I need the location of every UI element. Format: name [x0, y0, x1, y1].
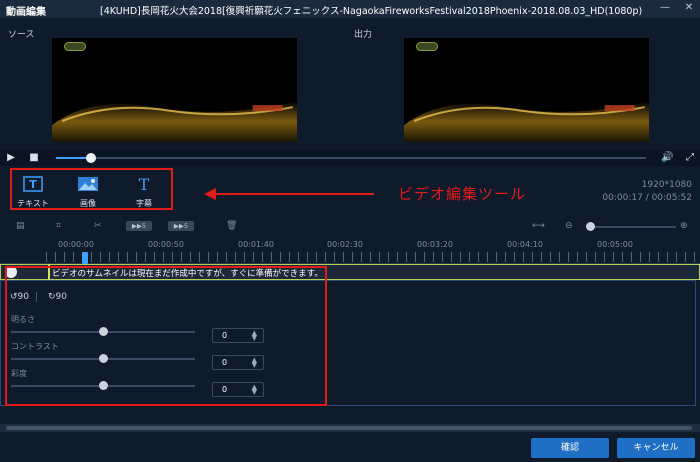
brightness-label: 明るさ [11, 315, 35, 324]
output-label: 出力 [354, 30, 373, 40]
rotate-left-button[interactable]: ↺90 [10, 292, 29, 302]
saturation-stepper[interactable]: 0 ▲ ▼ [212, 382, 264, 397]
zoom-handle[interactable] [586, 222, 595, 231]
fullscreen-icon[interactable]: ⤢ [684, 152, 696, 164]
watermark-logo [416, 42, 438, 51]
rotate-left-icon: ↺ [10, 292, 18, 302]
svg-text:T: T [29, 178, 37, 191]
minimize-icon[interactable]: — [660, 3, 670, 13]
source-label: ソース [8, 30, 35, 40]
film-icon[interactable]: ▤ [16, 220, 25, 232]
brightness-value: 0 [222, 331, 228, 340]
text-tool-button[interactable]: T テキスト [13, 176, 53, 209]
saturation-value: 0 [222, 385, 228, 394]
delete-icon[interactable]: 🗑 [226, 220, 237, 232]
time-display: 00:00:17 / 00:05:52 [602, 193, 692, 203]
rotate-right-icon: ↻ [48, 292, 56, 302]
text-box-icon: T [23, 176, 43, 192]
ruler-ticks [46, 252, 696, 262]
rotate-separator [36, 292, 37, 302]
ruler-label: 00:05:00 [597, 240, 633, 249]
stop-icon[interactable]: ■ [28, 152, 40, 164]
rotate-left-label: 90 [17, 292, 29, 302]
saturation-handle[interactable] [99, 381, 108, 390]
annotation-text: ビデオ編集ツール [398, 185, 527, 203]
cancel-button[interactable]: キャンセル [617, 438, 695, 458]
watermark-logo [64, 42, 86, 51]
ruler-label: 00:00:50 [148, 240, 184, 249]
ruler-label: 00:02:30 [327, 240, 363, 249]
stepper-arrows-icon[interactable]: ▲ ▼ [252, 384, 257, 396]
rewind-5-button[interactable]: ▶▶5 [126, 221, 152, 231]
forward-5-button[interactable]: ▶▶5 [168, 221, 194, 231]
fireworks-image [404, 101, 649, 142]
ruler-label: 00:03:20 [417, 240, 453, 249]
play-icon[interactable]: ▶ [5, 152, 17, 164]
close-icon[interactable]: ✕ [684, 3, 694, 13]
image-tool-button[interactable]: 画像 [68, 176, 108, 209]
svg-text:T: T [139, 176, 150, 192]
scrollbar-thumb[interactable] [6, 426, 692, 430]
image-icon [78, 177, 98, 191]
stepper-arrows-icon[interactable]: ▲ ▼ [252, 357, 257, 369]
brightness-stepper[interactable]: 0 ▲ ▼ [212, 328, 264, 343]
zoom-in-icon[interactable]: ⊕ [680, 220, 688, 232]
ruler-label: 00:04:10 [507, 240, 543, 249]
subtitle-tool-button[interactable]: T 字幕 [124, 175, 164, 209]
fireworks-image [52, 101, 297, 142]
seek-handle[interactable] [86, 153, 96, 163]
contrast-value: 0 [222, 358, 228, 367]
ruler-label: 00:01:40 [238, 240, 274, 249]
playhead-marker[interactable] [82, 252, 88, 264]
contrast-stepper[interactable]: 0 ▲ ▼ [212, 355, 264, 370]
crop-icon[interactable]: ⌗ [56, 220, 61, 232]
subtitle-tool-label: 字幕 [136, 199, 152, 208]
resolution-text: 1920*1080 [641, 180, 692, 190]
source-video-preview [52, 38, 297, 142]
window-controls: — ✕ [660, 3, 694, 13]
saturation-label: 彩度 [11, 369, 27, 378]
seek-slider[interactable] [56, 157, 646, 159]
confirm-button[interactable]: 確認 [531, 438, 609, 458]
annotation-arrow-line [214, 193, 374, 195]
cut-icon[interactable]: ✂ [94, 220, 102, 232]
stepper-arrows-icon[interactable]: ▲ ▼ [252, 330, 257, 342]
text-t-icon: T [139, 175, 150, 194]
text-tool-label: テキスト [17, 199, 49, 208]
brightness-handle[interactable] [99, 327, 108, 336]
volume-icon[interactable]: 🔊 [661, 152, 673, 164]
zoom-slider[interactable] [590, 226, 676, 228]
fit-icon[interactable]: ⟷ [532, 220, 545, 232]
image-tool-label: 画像 [80, 199, 96, 208]
rotate-right-button[interactable]: ↻90 [48, 292, 67, 302]
ruler-label: 00:00:00 [58, 240, 94, 249]
contrast-label: コントラスト [11, 342, 59, 351]
rotate-right-label: 90 [55, 292, 67, 302]
zoom-out-icon[interactable]: ⊖ [565, 220, 573, 232]
app-title: 動画編集 [6, 7, 46, 18]
window-title: [4KUHD]長岡花火大会2018[復興祈願花火フェニックス-NagaokaFi… [100, 6, 643, 17]
output-video-preview [404, 38, 649, 142]
contrast-handle[interactable] [99, 354, 108, 363]
